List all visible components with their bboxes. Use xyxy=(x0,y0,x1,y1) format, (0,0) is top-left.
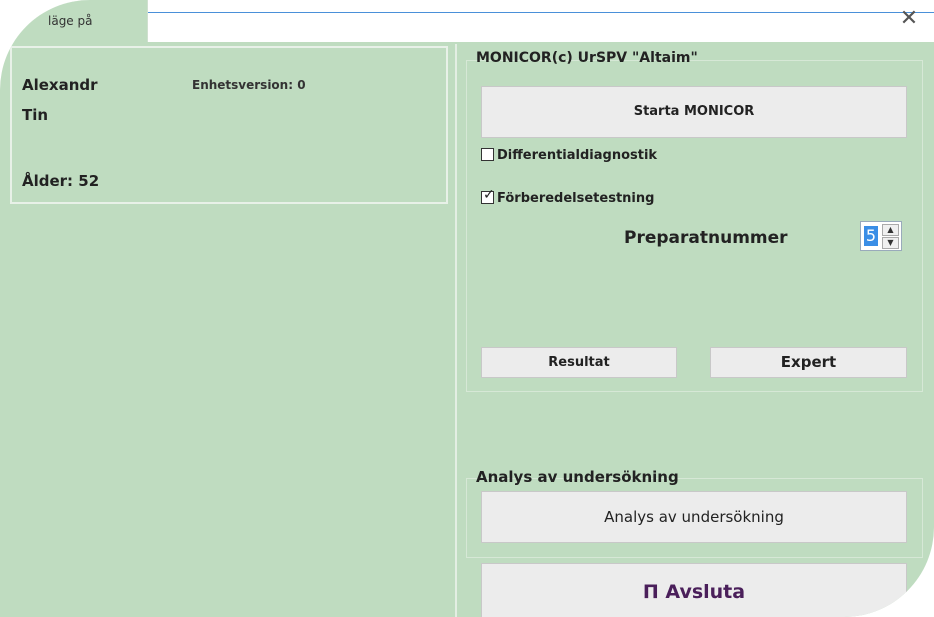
preparation-box[interactable]: ✓ xyxy=(481,187,495,204)
app-window: läge på ✕ Alexandr Tin Ålder: 52 Enhetsv… xyxy=(0,0,934,617)
patient-panel: Alexandr Tin Ålder: 52 Enhetsversion: 0 xyxy=(10,46,448,204)
differential-label: Differentialdiagnostik xyxy=(497,148,658,163)
patient-first-name: Alexandr xyxy=(22,76,98,94)
close-button[interactable]: ✕ xyxy=(898,8,920,30)
preparation-number-label: Preparatnummer xyxy=(624,228,788,248)
preparation-label: Förberedelsetestning xyxy=(497,191,655,206)
window-title: läge på xyxy=(48,14,93,28)
differential-box[interactable] xyxy=(481,148,494,161)
patient-last-name: Tin xyxy=(22,106,49,124)
analysis-group-title: Analys av undersökning xyxy=(476,468,679,486)
title-line xyxy=(148,12,934,13)
spin-down-icon[interactable]: ▼ xyxy=(882,237,899,249)
preparation-number-value[interactable]: 5 xyxy=(864,226,878,246)
exit-button[interactable]: Π Avsluta xyxy=(481,563,907,617)
result-button[interactable]: Resultat xyxy=(481,347,677,378)
expert-button[interactable]: Expert xyxy=(710,347,907,378)
title-bar: läge på ✕ xyxy=(0,0,934,42)
exit-label: Avsluta xyxy=(665,581,746,603)
differential-checkbox[interactable]: Differentialdiagnostik xyxy=(481,148,657,163)
preparation-checkbox[interactable]: ✓ Förberedelsetestning xyxy=(481,187,655,206)
exit-icon: Π xyxy=(642,581,659,603)
analysis-button[interactable]: Analys av undersökning xyxy=(481,491,907,543)
preparation-number-spinner[interactable]: 5 ▲ ▼ xyxy=(860,221,902,251)
spin-up-icon[interactable]: ▲ xyxy=(882,224,899,236)
patient-age: Ålder: 52 xyxy=(22,172,100,190)
check-icon: ✓ xyxy=(483,187,495,203)
panel-divider xyxy=(455,44,457,617)
title-tab: läge på xyxy=(0,0,148,42)
device-version: Enhetsversion: 0 xyxy=(192,78,306,92)
monicor-group-title: MONICOR(c) UrSPV "Altaim" xyxy=(476,50,698,66)
start-monicor-button[interactable]: Starta MONICOR xyxy=(481,86,907,138)
